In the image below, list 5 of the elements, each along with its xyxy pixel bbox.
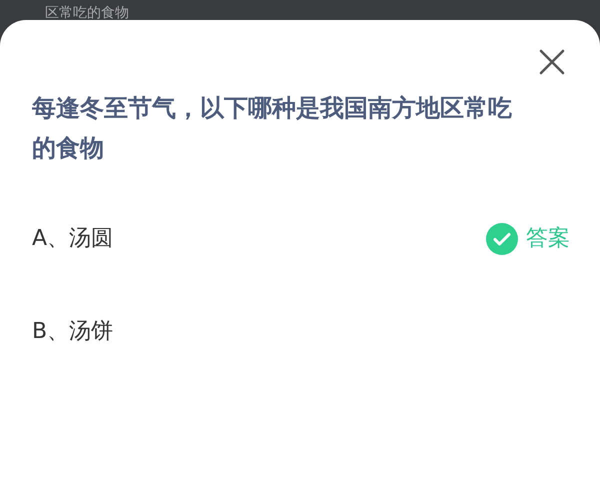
question-text: 每逢冬至节气，以下哪种是我国南方地区常吃的食物 bbox=[32, 93, 513, 164]
option-text[interactable]: B、汤饼 bbox=[32, 315, 114, 348]
answer-label: 答案 bbox=[526, 225, 570, 253]
background-text: 区常吃的食物 bbox=[45, 5, 129, 20]
option-text[interactable]: A、汤圆 bbox=[32, 222, 114, 255]
